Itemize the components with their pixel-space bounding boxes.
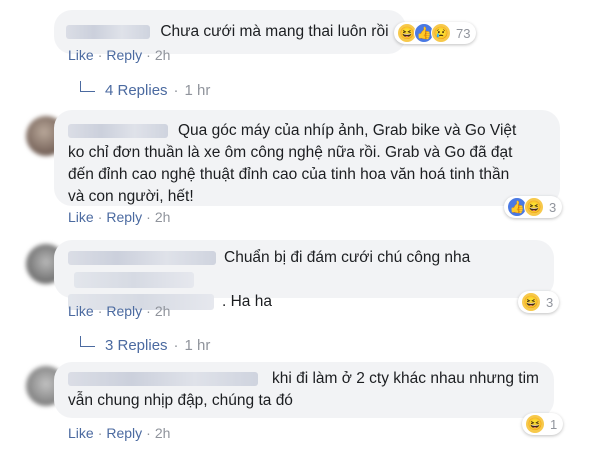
like-link[interactable]: Like (68, 303, 94, 319)
replies-count[interactable]: 3 Replies (105, 337, 168, 354)
comment-bubble: Qua góc máy của nhíp ảnh, Grab bike và G… (54, 110, 560, 206)
haha-icon: 😆 (525, 414, 545, 434)
separator: · (97, 209, 103, 225)
timestamp[interactable]: 2h (155, 425, 171, 441)
comment-text-line: ko chỉ đơn thuần là xe ôm công nghệ nữa … (68, 144, 513, 161)
view-replies-link[interactable]: 4 Replies · 1 hr (80, 81, 211, 99)
mentioned-name[interactable] (74, 271, 194, 288)
timestamp[interactable]: 2h (155, 47, 171, 63)
comment-text-line: và con người, hết! (68, 188, 194, 205)
reply-link[interactable]: Reply (106, 303, 142, 319)
timestamp[interactable]: 2h (155, 209, 171, 225)
comment-text-line: đến đỉnh cao nghệ thuật đỉnh cao của tin… (68, 166, 510, 183)
comment-actions: Like · Reply · 2h (68, 47, 170, 63)
replies-count[interactable]: 4 Replies (105, 82, 168, 99)
reply-arrow-icon (80, 336, 95, 347)
reaction-count: 1 (550, 416, 558, 432)
reply-link[interactable]: Reply (106, 47, 142, 63)
separator: · (146, 303, 151, 319)
sad-icon: 😢 (431, 23, 451, 43)
separator: · (146, 47, 151, 63)
replies-time: 1 hr (184, 82, 211, 99)
reaction-summary[interactable]: 😆 1 (522, 413, 564, 435)
comment-text-line: vẫn chung nhịp đập, chúng ta đó (68, 392, 293, 409)
comment-text-line: . Ha ha (222, 293, 272, 310)
view-replies-link[interactable]: 3 Replies · 1 hr (80, 336, 211, 354)
separator: · (146, 209, 151, 225)
replies-time: 1 hr (184, 337, 211, 354)
comment-bubble: Chuẩn bị đi đám cưới chú công nha . Ha h… (54, 240, 554, 310)
author-name[interactable] (68, 371, 258, 386)
like-link[interactable]: Like (68, 425, 94, 441)
separator: · (173, 82, 179, 99)
comment-text: Chưa cưới mà mang thai luôn rồi (160, 23, 389, 40)
author-name[interactable] (66, 24, 150, 39)
author-name[interactable] (68, 123, 168, 138)
reaction-count: 3 (549, 199, 557, 215)
reaction-summary[interactable]: 👍 😆 3 (504, 196, 563, 218)
haha-icon: 😆 (524, 197, 544, 217)
like-link[interactable]: Like (68, 209, 94, 225)
comment-bubble: khi đi làm ở 2 cty khác nhau nhưng tim v… (54, 362, 554, 418)
comment-text-line: khi đi làm ở 2 cty khác nhau nhưng tim (272, 370, 539, 387)
comment-text-line: Qua góc máy của nhíp ảnh, Grab bike và G… (178, 122, 517, 139)
reaction-count: 3 (546, 294, 554, 310)
comment-actions: Like · Reply · 2h (68, 209, 170, 225)
haha-icon: 😆 (521, 292, 541, 312)
reply-link[interactable]: Reply (106, 425, 142, 441)
timestamp[interactable]: 2h (155, 303, 171, 319)
comment-actions: Like · Reply · 2h (68, 303, 170, 319)
reaction-summary[interactable]: 😆 3 (518, 291, 560, 313)
reaction-summary[interactable]: 😆 👍 😢 73 (394, 22, 477, 44)
reply-link[interactable]: Reply (106, 209, 142, 225)
separator: · (97, 47, 103, 63)
like-link[interactable]: Like (68, 47, 94, 63)
separator: · (97, 303, 103, 319)
reaction-count: 73 (456, 25, 471, 41)
separator: · (173, 337, 179, 354)
comment-text-line: Chuẩn bị đi đám cưới chú công nha (224, 249, 471, 266)
separator: · (146, 425, 151, 441)
author-name[interactable] (68, 250, 216, 265)
comment-actions: Like · Reply · 2h (68, 425, 170, 441)
reply-arrow-icon (80, 81, 95, 92)
separator: · (97, 425, 103, 441)
